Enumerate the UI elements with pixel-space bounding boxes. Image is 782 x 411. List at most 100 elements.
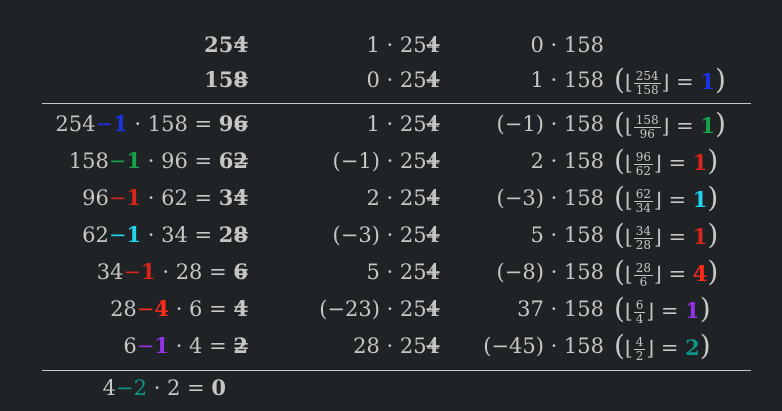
step-row: 34−1 · 28 = 6 = 5 · 254 + (−8) · 158 (⌊ 28 6 ⌋ =…	[0, 253, 782, 291]
plus-sign: +	[424, 297, 442, 321]
fraction: 158 96	[633, 114, 661, 141]
eq-sign: =	[661, 225, 693, 249]
left-paren: (	[614, 63, 625, 96]
dividend: 254	[55, 112, 96, 136]
quotient-expression: (⌊ 6 4 ⌋ = 1)	[614, 290, 711, 328]
fraction-numerator: 62	[633, 187, 654, 202]
left-paren: (	[614, 255, 625, 288]
plus-sign: +	[424, 260, 442, 284]
fraction-denominator: 2	[635, 349, 644, 363]
quotient-value: 1	[692, 224, 708, 249]
left-paren: (	[614, 329, 625, 362]
step-lhs: 96−1 · 62 = 34	[82, 179, 248, 217]
step-row: 96−1 · 62 = 34 = 2 · 254 + (−3) · 158 (⌊ 62 34 ⌋…	[0, 179, 782, 217]
left-floor: ⌊	[624, 299, 633, 323]
right-paren: )	[707, 181, 719, 214]
quotient-expression: (⌊ 4 2 ⌋ = 2)	[614, 327, 711, 365]
plus-sign: +	[424, 334, 442, 358]
right-paren: )	[715, 107, 726, 140]
right-floor: ⌋	[654, 188, 662, 212]
eq-sign: =	[661, 262, 693, 286]
left-paren: (	[614, 144, 625, 177]
coef-158-term: (−1) · 158	[496, 112, 604, 136]
final-lhs: 4−2 · 2 = 0	[103, 369, 226, 407]
quotient-expression: (⌊ 254 158 ⌋ = 1)	[614, 61, 726, 99]
eq-sign: =	[232, 149, 250, 173]
coef-158-term: (−3) · 158	[496, 186, 604, 210]
fraction-numerator: 96	[633, 150, 654, 165]
minus-sign: −	[108, 149, 127, 173]
eq-sign: =	[669, 114, 701, 138]
step-lhs: 34−1 · 28 = 6	[97, 253, 248, 291]
quotient: 1	[126, 222, 142, 247]
eq-sign: =	[654, 336, 686, 360]
times-divisor: · 6 =	[169, 297, 234, 321]
right-paren: )	[707, 218, 719, 251]
minus-sign: −	[108, 186, 127, 210]
left-paren: (	[614, 218, 625, 251]
quotient: 1	[154, 333, 170, 358]
left-floor: ⌊	[624, 114, 633, 138]
quotient-expression: (⌊ 34 28 ⌋ = 1)	[614, 216, 718, 254]
dividend: 34	[96, 260, 124, 284]
quotient-value: 1	[692, 187, 708, 212]
plus-sign: +	[424, 223, 442, 247]
fraction: 64	[633, 299, 646, 326]
eq-sign: =	[654, 299, 686, 323]
step-lhs: 254−1 · 158 = 96	[55, 105, 248, 143]
coef-158-term: 2 · 158	[530, 149, 604, 173]
fraction: 62 34	[633, 187, 654, 215]
step-row: 28−4 · 6 = 4 = (−23) · 254 +37 · 158 (⌊ 6 4 ⌋ =…	[0, 290, 782, 328]
right-paren: )	[707, 144, 719, 177]
fraction-denominator: 62	[635, 164, 652, 178]
plus-sign: +	[424, 149, 442, 173]
plus-sign: +	[424, 33, 442, 57]
header-row: 254 = 1 · 254 +0 · 158	[0, 26, 782, 64]
times-divisor: · 158 =	[127, 112, 219, 136]
plus-sign: +	[424, 68, 442, 92]
left-floor: ⌊	[624, 188, 633, 212]
quotient-expression: (⌊ 158 96 ⌋ = 1)	[614, 105, 726, 143]
left-floor: ⌊	[624, 336, 633, 360]
quotient: 1	[113, 111, 128, 136]
remainder: 0	[211, 375, 226, 400]
eq-sign: =	[232, 33, 250, 57]
minus-sign: −	[95, 112, 114, 136]
eq-sign: =	[232, 223, 250, 247]
quotient-value: 4	[692, 261, 708, 286]
eq-sign: =	[661, 151, 693, 175]
fraction-denominator: 158	[635, 83, 659, 97]
step-row: 158−1 · 96 = 62 = (−1) · 254 +2 · 158 (⌊ 96 62…	[0, 142, 782, 180]
coef-158-term: 5 · 158	[530, 223, 604, 247]
fraction-denominator: 34	[635, 201, 652, 215]
minus-sign: −	[123, 260, 142, 284]
times-divisor: · 62 =	[141, 186, 219, 210]
quotient-value: 2	[685, 335, 700, 360]
coef-158-term: 0 · 158	[530, 33, 604, 57]
plus-sign: +	[424, 186, 442, 210]
eq-sign: =	[232, 68, 250, 92]
times-divisor: · 28 =	[155, 260, 234, 284]
right-paren: )	[715, 63, 726, 96]
fraction-denominator: 4	[635, 312, 644, 326]
right-floor: ⌋	[654, 262, 662, 286]
coef-158-term: (−8) · 158	[496, 260, 604, 284]
fraction: 254 158	[633, 70, 661, 97]
quotient-value: 1	[700, 69, 716, 94]
step-lhs: 28−4 · 6 = 4	[110, 290, 248, 328]
quotient-value: 1	[692, 150, 708, 175]
times-divisor: · 2 =	[147, 376, 212, 400]
quotient: 4	[154, 296, 170, 321]
header-row: 158 = 0 · 254 +1 · 158 (⌊ 254 158 ⌋ = 1)	[0, 61, 782, 99]
left-floor: ⌊	[624, 262, 633, 286]
dividend: 28	[110, 297, 137, 321]
quotient: 1	[126, 185, 142, 210]
coef-158-term: 1 · 158	[530, 68, 604, 92]
fraction: 28 6	[633, 262, 654, 289]
eq-sign: =	[232, 297, 250, 321]
minus-sign: −	[108, 223, 127, 247]
times-divisor: · 34 =	[141, 223, 219, 247]
quotient-expression: (⌊ 28 6 ⌋ = 4)	[614, 253, 718, 291]
coef-158-term: 37 · 158	[517, 297, 604, 321]
fraction-numerator: 34	[633, 224, 654, 239]
